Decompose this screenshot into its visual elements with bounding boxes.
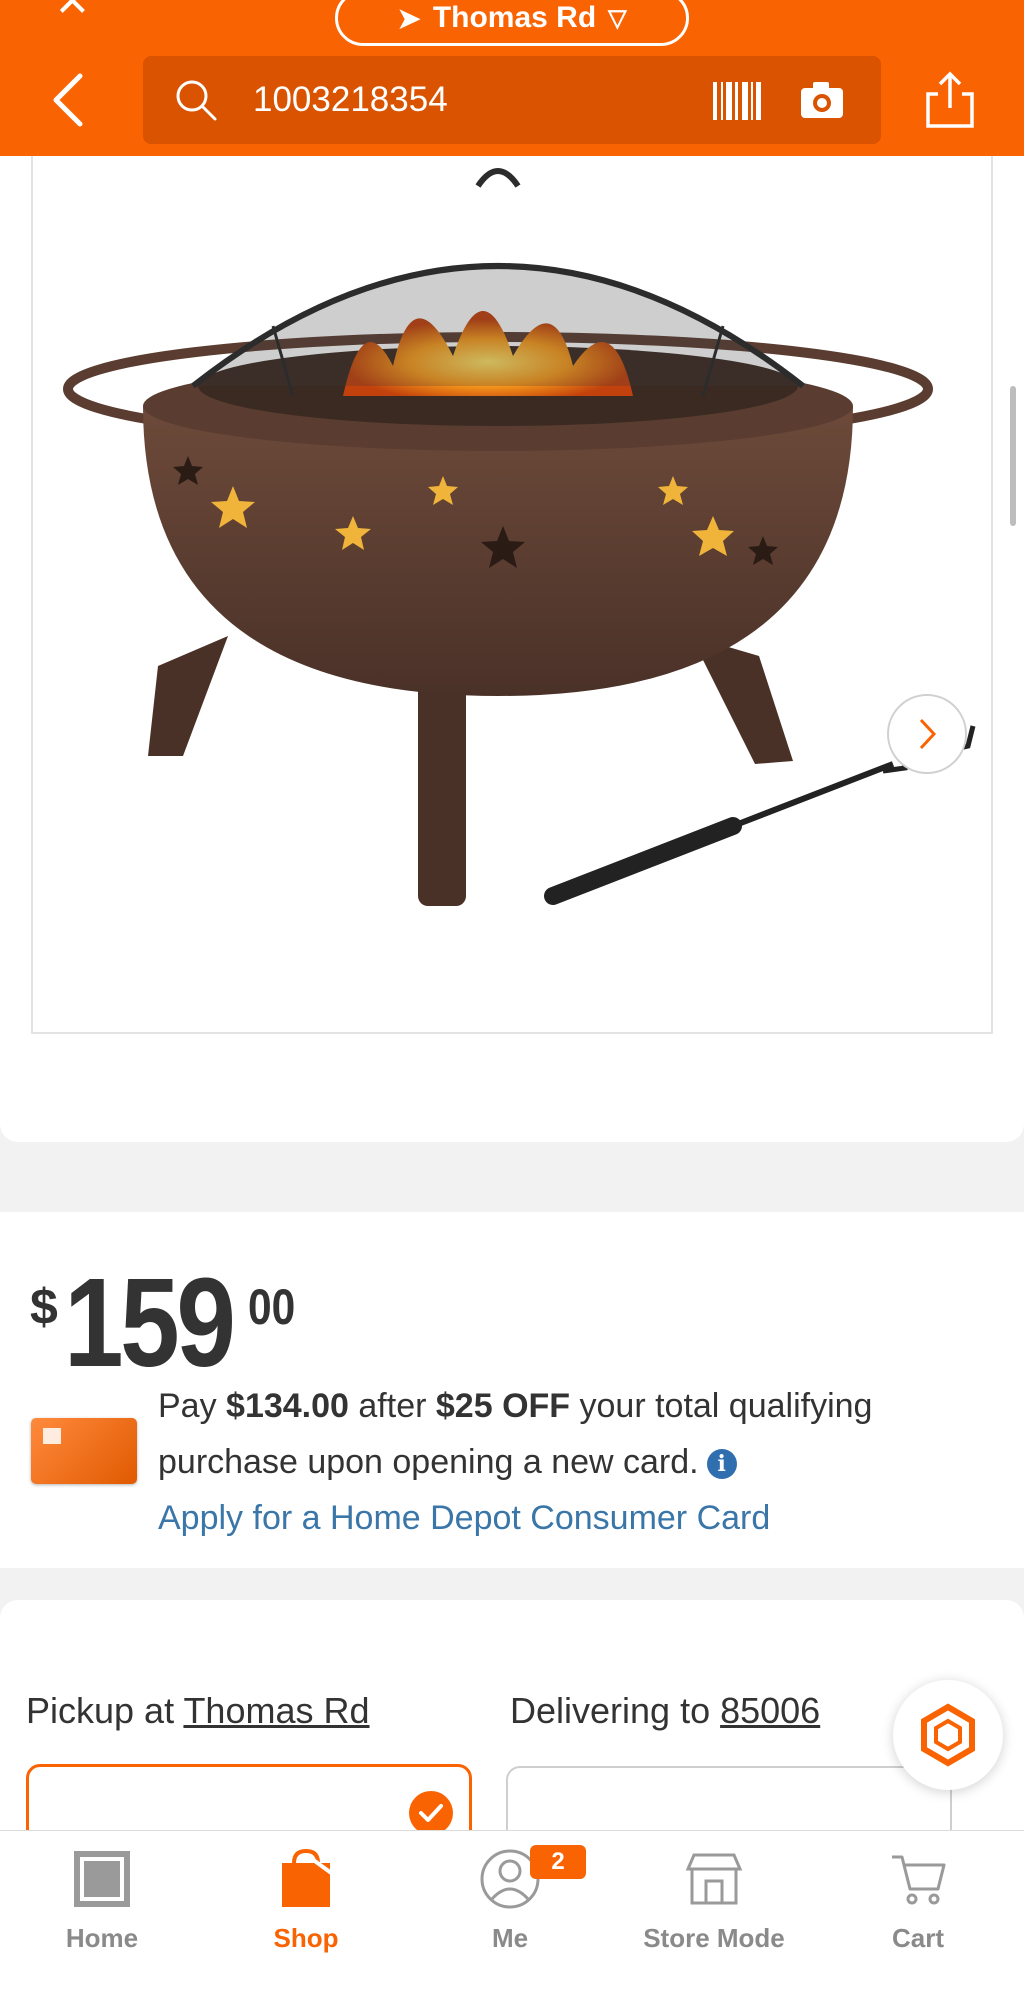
pickup-store-link[interactable]: Thomas Rd: [183, 1690, 369, 1731]
card-promo: Pay $134.00 after $25 OFF your total qua…: [158, 1378, 978, 1546]
product-page: × ➤ Thomas Rd ▽ 1003218354: [0, 0, 1024, 2006]
home-depot-logo-icon: [74, 1851, 130, 1907]
delivery-heading: Delivering to 85006: [510, 1690, 820, 1732]
promo-text: Pay: [158, 1387, 227, 1425]
promo-price: $134.00: [226, 1387, 349, 1425]
credit-card-image: [31, 1418, 137, 1484]
price-cents: 00: [248, 1279, 296, 1335]
fire-pit-illustration: [63, 168, 976, 906]
checkmark-icon: [409, 1791, 453, 1835]
search-bar[interactable]: 1003218354: [143, 56, 881, 144]
tab-home[interactable]: Home: [0, 1831, 204, 1971]
pickup-heading: Pickup at Thomas Rd: [26, 1690, 370, 1732]
barcode-scan-icon[interactable]: [711, 80, 763, 122]
chevron-down-icon: ▽: [608, 4, 627, 32]
price-currency: $: [30, 1279, 58, 1335]
chevron-right-icon: [919, 718, 937, 750]
tab-label: Me: [491, 1923, 529, 1953]
delivery-zip-link[interactable]: 85006: [720, 1690, 820, 1731]
price-dollars: 159: [64, 1252, 236, 1393]
tab-label: Store Mode: [643, 1923, 785, 1953]
home-depot-logo-icon: [43, 1428, 61, 1444]
camera-icon[interactable]: [799, 80, 845, 120]
tab-label: Cart: [891, 1923, 944, 1953]
tab-label: Shop: [273, 1923, 339, 1953]
store-icon: [685, 1853, 743, 1905]
back-arrow-icon[interactable]: [44, 70, 94, 130]
delivery-label: Delivering to: [510, 1690, 721, 1731]
product-image[interactable]: [31, 156, 993, 1034]
tab-label: Home: [65, 1923, 139, 1953]
location-arrow-icon: ➤: [397, 2, 421, 34]
bottom-tab-bar: Home Shop Me 2 Store Mode Cart: [0, 1830, 1024, 2006]
notification-badge: 2: [530, 1845, 586, 1879]
info-icon[interactable]: i: [706, 1449, 737, 1479]
share-icon[interactable]: [924, 68, 976, 130]
search-icon: [176, 80, 217, 121]
promo-text: after: [348, 1387, 436, 1425]
chat-assistant-button[interactable]: [893, 1680, 1003, 1790]
tab-shop[interactable]: Shop: [204, 1831, 408, 1971]
apply-card-link[interactable]: Apply for a Home Depot Consumer Card: [158, 1499, 770, 1537]
app-header: × ➤ Thomas Rd ▽ 1003218354: [0, 0, 1024, 156]
next-image-button[interactable]: [887, 694, 967, 774]
store-selector[interactable]: ➤ Thomas Rd ▽: [335, 0, 689, 46]
product-gallery: [0, 156, 1024, 1264]
shop-icon: [282, 1849, 336, 1907]
promo-discount: $25 OFF: [435, 1387, 571, 1425]
pickup-label: Pickup at: [26, 1690, 184, 1731]
tab-store-mode[interactable]: Store Mode: [612, 1831, 816, 1971]
tab-cart[interactable]: Cart: [816, 1831, 1020, 1971]
search-input[interactable]: 1003218354: [253, 80, 448, 120]
close-icon[interactable]: ×: [56, 0, 106, 28]
assistant-hexagon-icon: [921, 1703, 975, 1767]
price-section: $ 159 00 Pay $134.00 after $25 OFF your …: [0, 1212, 1024, 1568]
store-name: Thomas Rd: [432, 1, 597, 34]
scroll-indicator[interactable]: [1010, 386, 1016, 526]
cart-icon: [892, 1855, 946, 1905]
